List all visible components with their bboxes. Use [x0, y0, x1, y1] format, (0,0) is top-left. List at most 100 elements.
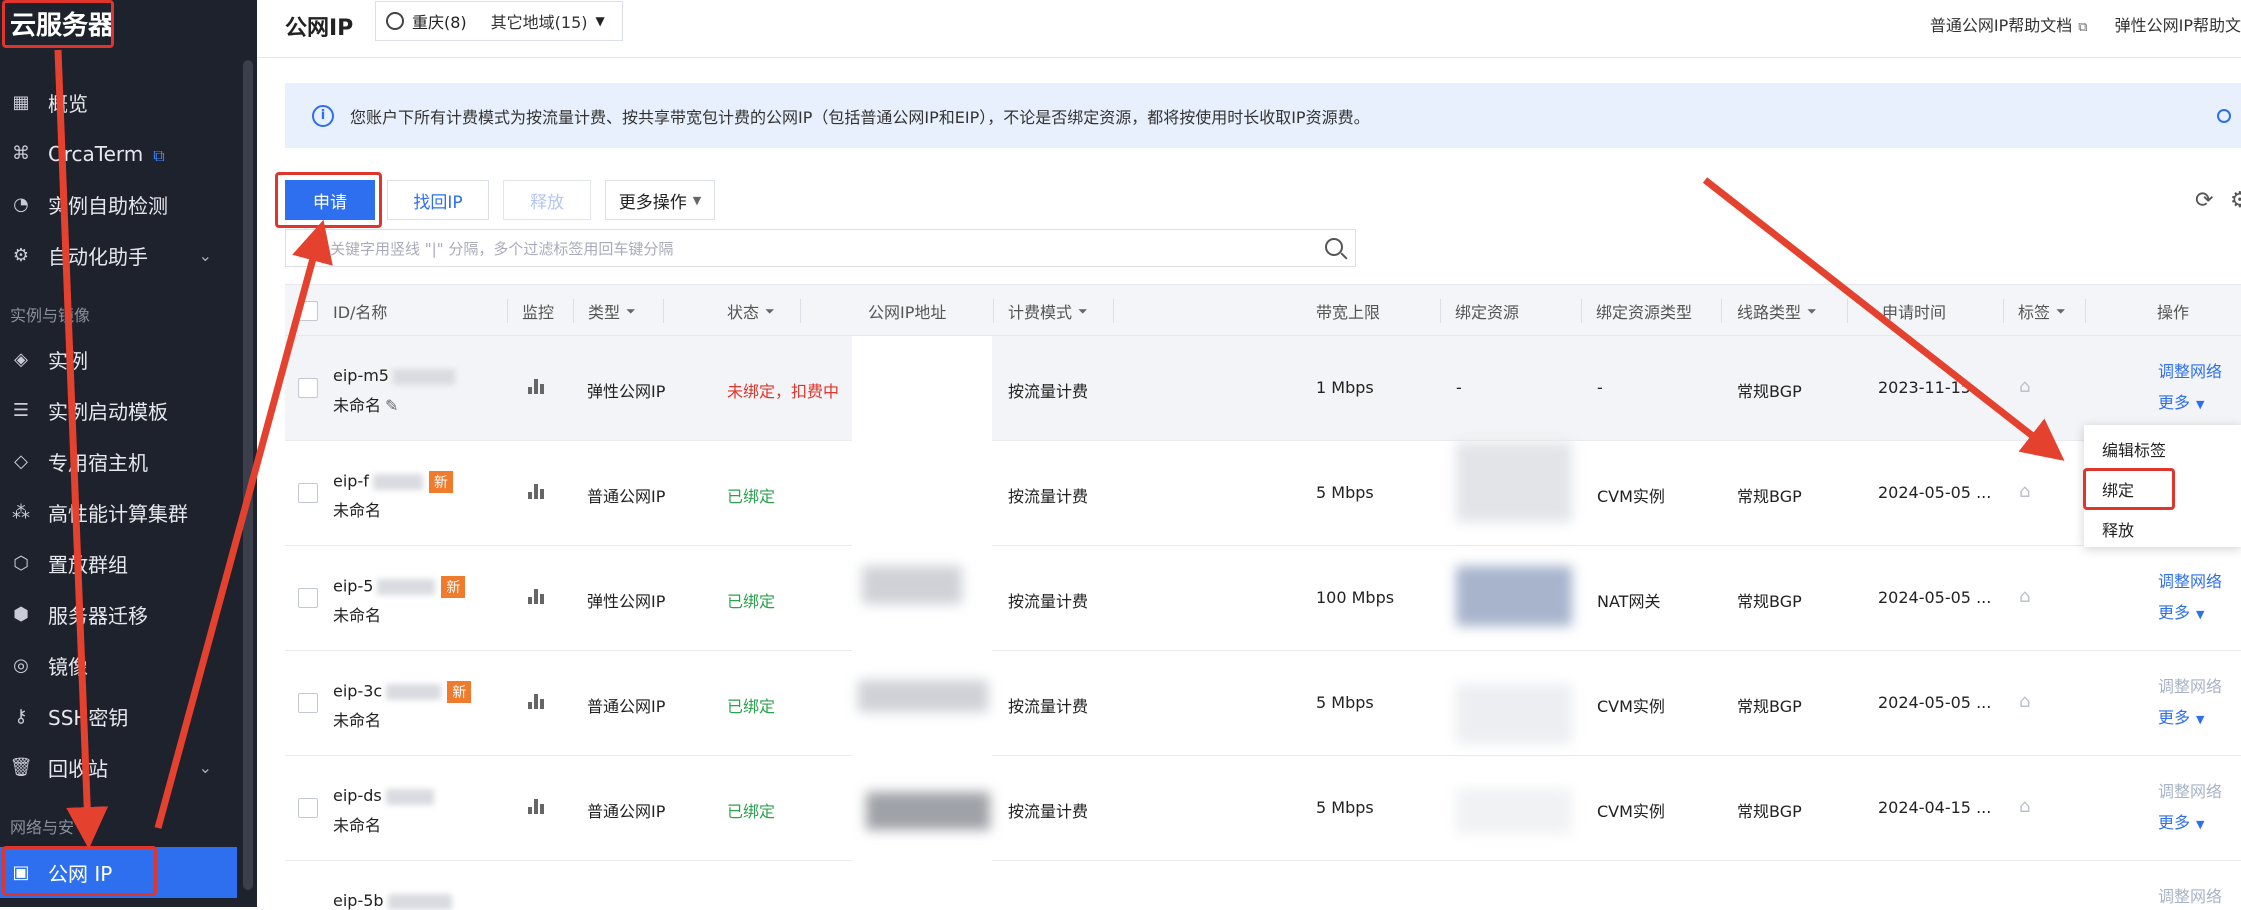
menu-item-edit-tags[interactable]: 编辑标签 [2102, 437, 2166, 461]
sidebar-item-images[interactable]: ◎ 镜像 [0, 640, 240, 691]
table-row[interactable]: eip-5 新 未命名 弹性公网IP 已绑定 按流量计费 100 Mbps NAT… [285, 546, 2241, 651]
row-checkbox[interactable] [298, 798, 318, 818]
select-all-checkbox[interactable] [298, 301, 318, 321]
refresh-icon[interactable]: ⟳ [2195, 188, 2213, 213]
sidebar-item-overview[interactable]: ▦ 概览 [0, 77, 240, 128]
tag-icon[interactable]: ⌂ [2019, 586, 2030, 607]
sidebar-item-ssh-keys[interactable]: ⚷ SSH密钥 [0, 691, 240, 742]
filter-icon[interactable]: ⏷ [1807, 304, 1817, 319]
th-tags[interactable]: 标签 ⏷ [2018, 285, 2066, 337]
adjust-network-link[interactable]: 调整网络 [2158, 778, 2222, 802]
th-monitor: 监控 [522, 303, 555, 322]
adjust-network-link[interactable]: 调整网络 [2158, 673, 2222, 697]
adjust-network-link[interactable]: 调整网络 [2158, 883, 2222, 907]
monitor-chart-icon[interactable] [528, 378, 546, 394]
sidebar-item-instances[interactable]: ◈ 实例 [0, 334, 240, 385]
row-billing: 按流量计费 [1008, 802, 1089, 821]
region-other: 其它地域(15) [490, 13, 588, 32]
sidebar-scrollbar[interactable] [243, 60, 253, 890]
row-status: 已绑定 [727, 697, 776, 716]
row-billing: 按流量计费 [1008, 382, 1089, 401]
external-link-icon: ⧉ [2078, 20, 2088, 35]
row-id[interactable]: eip-3c 新 [333, 681, 472, 703]
monitor-chart-icon[interactable] [528, 693, 546, 709]
row-checkbox[interactable] [298, 483, 318, 503]
row-status: 已绑定 [727, 802, 776, 821]
menu-item-release[interactable]: 释放 [2102, 517, 2134, 541]
search-icon[interactable] [1325, 238, 1343, 256]
th-billing[interactable]: 计费模式 ⏷ [1008, 285, 1088, 337]
robot-icon: ⚙ [12, 245, 30, 266]
row-time: 2024-05-05 ... [1878, 693, 1992, 712]
sidebar-item-launch-template[interactable]: ☰ 实例启动模板 [0, 385, 240, 436]
row-id[interactable]: eip-5 新 [333, 576, 466, 598]
search-input[interactable]: 多个关键字用竖线 "|" 分隔，多个过滤标签用回车键分隔 [285, 229, 1356, 267]
row-resource-type: CVM实例 [1597, 802, 1665, 821]
sidebar-group-instances: 实例与镜像 [10, 306, 91, 325]
more-actions-link[interactable]: 更多 ▼ [2158, 389, 2204, 413]
table-row[interactable]: eip-ds 未命名 普通公网IP 已绑定 按流量计费 5 Mbps CVM实例… [285, 756, 2241, 861]
caret-down-icon: ▼ [2196, 398, 2205, 411]
row-id[interactable]: eip-ds [333, 786, 434, 805]
tag-icon[interactable]: ⌂ [2019, 796, 2030, 817]
row-resource-type: CVM实例 [1597, 697, 1665, 716]
adjust-network-link[interactable]: 调整网络 [2158, 568, 2222, 592]
sidebar-item-automation[interactable]: ⚙ 自动化助手 ⌄ [0, 230, 240, 281]
table-row[interactable]: eip-3c 新 未命名 普通公网IP 已绑定 按流量计费 5 Mbps CVM实… [285, 651, 2241, 756]
row-line: 常规BGP [1737, 697, 1802, 716]
annotation-highlight-public-ip [2, 846, 157, 896]
filter-icon[interactable]: ⏷ [2056, 304, 2066, 319]
notice-dismiss-icon[interactable] [2217, 108, 2231, 123]
filter-icon[interactable]: ⏷ [1078, 304, 1088, 319]
row-line: 常规BGP [1737, 802, 1802, 821]
more-actions-link[interactable]: 更多 ▼ [2158, 599, 2204, 623]
migrate-icon: ⬢ [13, 604, 29, 625]
row-id[interactable]: eip-m5 [333, 366, 455, 385]
more-actions-link[interactable]: 更多 ▼ [2158, 704, 2204, 728]
monitor-chart-icon[interactable] [528, 588, 546, 604]
tag-icon[interactable]: ⌂ [2019, 691, 2030, 712]
row-checkbox[interactable] [298, 588, 318, 608]
table-row[interactable]: eip-f 新 未命名 普通公网IP 已绑定 按流量计费 5 Mbps CVM实例… [285, 441, 2241, 546]
row-id[interactable]: eip-f 新 [333, 471, 453, 493]
column-divider [1721, 299, 1722, 323]
table-row[interactable]: eip-m5 未命名 ✎ 弹性公网IP 未绑定，扣费中 按流量计费 1 Mbps … [285, 336, 2241, 441]
doc-link-normal-ip[interactable]: 普通公网IP帮助文档 ⧉ [1908, 16, 2088, 35]
th-line[interactable]: 线路类型 ⏷ [1737, 285, 1817, 337]
table-row[interactable]: eip-5b 调整网络 [285, 861, 2241, 910]
gear-icon[interactable]: ⚙ [2230, 188, 2241, 213]
doc-link-eip[interactable]: 弹性公网IP帮助文 [2115, 16, 2241, 35]
monitor-chart-icon[interactable] [528, 483, 546, 499]
tag-icon[interactable]: ⌂ [2019, 481, 2030, 502]
sidebar-item-hpc-cluster[interactable]: ⁂ 高性能计算集群 [0, 487, 240, 538]
row-checkbox[interactable] [298, 693, 318, 713]
edit-icon[interactable]: ✎ [385, 396, 398, 415]
row-billing: 按流量计费 [1008, 487, 1089, 506]
more-actions-link[interactable]: 更多 ▼ [2158, 809, 2204, 833]
sidebar-item-placement-group[interactable]: ⬡ 置放群组 [0, 538, 240, 589]
column-divider [800, 299, 801, 323]
release-button[interactable]: 释放 [503, 180, 591, 220]
sidebar-item-migration[interactable]: ⬢ 服务器迁移 [0, 589, 240, 640]
sidebar-item-dedicated-host[interactable]: ◇ 专用宿主机 [0, 436, 240, 487]
sidebar-item-orcaterm[interactable]: ⌘ OrcaTerm ⧉ [0, 128, 240, 179]
sidebar-item-self-check[interactable]: ◔ 实例自助检测 [0, 179, 240, 230]
filter-icon[interactable]: ⏷ [765, 304, 775, 319]
region-selector[interactable]: 重庆(8) 其它地域(15) ▼ [375, 1, 623, 41]
tag-icon[interactable]: ⌂ [2019, 376, 2030, 397]
row-checkbox[interactable] [298, 378, 318, 398]
adjust-network-link[interactable]: 调整网络 [2158, 358, 2222, 382]
row-id[interactable]: eip-5b [333, 891, 452, 910]
info-icon: i [312, 104, 334, 127]
sidebar-item-recycle-bin[interactable]: 🗑 回收站 ⌄ [0, 742, 240, 793]
filter-icon[interactable]: ⏷ [626, 304, 636, 319]
th-status[interactable]: 状态 ⏷ [727, 285, 775, 337]
row-status: 已绑定 [727, 592, 776, 611]
th-type[interactable]: 类型 ⏷ [588, 285, 636, 337]
new-badge: 新 [441, 576, 466, 598]
monitor-chart-icon[interactable] [528, 798, 546, 814]
more-actions-button[interactable]: 更多操作 ▼ [605, 180, 715, 220]
row-billing: 按流量计费 [1008, 697, 1089, 716]
retrieve-ip-button[interactable]: 找回IP [387, 180, 489, 220]
th-bandwidth: 带宽上限 [1316, 303, 1381, 322]
